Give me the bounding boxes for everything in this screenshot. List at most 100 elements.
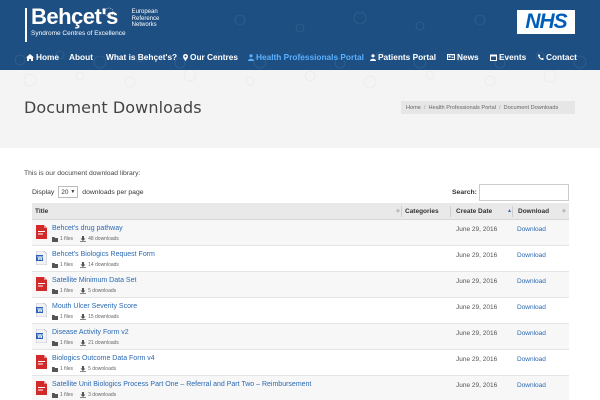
download-link[interactable]: Download (517, 252, 546, 259)
nav-item-health-professionals[interactable]: Health Professionals Portal (248, 52, 364, 62)
table-row: W Disease Activity Form v2 1 files 21 downl… (32, 324, 569, 350)
nav-label: Events (499, 52, 527, 62)
display-label: Display (32, 188, 55, 196)
nav-label: What is Behçet's? (106, 52, 178, 62)
breadcrumb-health-professionals[interactable]: Health Professionals Portal (428, 105, 495, 111)
table-row: Biologics Outcome Data Form v4 1 files 5 d… (32, 350, 569, 376)
document-title-link[interactable]: Satellite Minimum Data Set (52, 277, 136, 284)
site-header: Behçet's Syndrome Centres of Excellence … (0, 0, 600, 70)
document-meta: 1 files 3 downloads (52, 392, 116, 398)
download-link[interactable]: Download (517, 382, 546, 389)
download-link[interactable]: Download (517, 330, 546, 337)
table-row: Satellite Unit Biologics Process Part On… (32, 376, 569, 400)
file-count: 1 files (60, 262, 74, 268)
pdf-file-icon (36, 225, 47, 239)
document-meta: 1 files 5 downloads (52, 366, 116, 372)
page-title: Document Downloads (24, 98, 202, 117)
document-meta: 1 files 48 downloads (52, 236, 119, 242)
breadcrumb-home[interactable]: Home (406, 105, 421, 111)
table-row: W Behcet's Biologics Request Form 1 files 1… (32, 246, 569, 272)
breadcrumb: Home / Health Professionals Portal / Doc… (401, 101, 575, 114)
nav-item-home[interactable]: Home (26, 52, 59, 62)
file-count: 1 files (60, 392, 74, 398)
calendar-icon (490, 54, 497, 61)
downloads-table: Title ◆ Categories Create Date ▲ Downloa… (32, 203, 569, 400)
folder-icon (52, 392, 58, 398)
nav-label: Our Centres (190, 52, 238, 62)
logo-bar (25, 8, 27, 42)
display-suffix: downloads per page (82, 188, 144, 196)
nav-item-events[interactable]: Events (490, 52, 526, 62)
nav-item-patients-portal[interactable]: Patients Portal (370, 52, 436, 62)
document-title-link[interactable]: Behcet's Biologics Request Form (52, 251, 155, 258)
create-date: June 29, 2016 (456, 278, 498, 285)
download-icon (80, 262, 87, 268)
file-count: 1 files (60, 366, 74, 372)
download-count: 5 downloads (88, 288, 117, 294)
column-separator (512, 206, 513, 217)
logo-subtitle: Syndrome Centres of Excellence (31, 30, 126, 37)
nav-item-contact[interactable]: Contact (538, 52, 577, 62)
nav-item-news[interactable]: News (447, 52, 479, 62)
document-meta: 1 files 5 downloads (52, 288, 116, 294)
intro-text: This is our document download library: (24, 170, 141, 177)
download-count: 14 downloads (88, 262, 119, 268)
file-count: 1 files (60, 314, 74, 320)
document-title-link[interactable]: Disease Activity Form v2 (52, 329, 129, 336)
download-link[interactable]: Download (517, 226, 546, 233)
folder-icon (52, 236, 58, 242)
search-input[interactable] (479, 184, 569, 201)
download-icon (80, 236, 87, 242)
column-header-create-date[interactable]: Create Date (456, 208, 492, 215)
word-file-icon: W (36, 303, 47, 317)
download-count: 48 downloads (88, 236, 119, 242)
document-title-link[interactable]: Behcet's drug pathway (52, 225, 123, 232)
column-header-title[interactable]: Title (35, 208, 48, 215)
nhs-logo[interactable]: NHS (517, 10, 575, 34)
document-title-link[interactable]: Satellite Unit Biologics Process Part On… (52, 381, 311, 388)
ern-star-icon (104, 7, 114, 17)
file-count: 1 files (60, 236, 74, 242)
page-length-value: 20 (61, 188, 69, 196)
map-marker-icon (183, 53, 188, 61)
create-date: June 29, 2016 (456, 382, 498, 389)
word-file-icon: W (36, 251, 47, 265)
column-separator (450, 206, 451, 217)
file-count: 1 files (60, 288, 74, 294)
nav-item-about[interactable]: About (69, 52, 93, 62)
nav-item-what-is[interactable]: What is Behçet's? (106, 52, 177, 62)
nav-label: Contact (546, 52, 577, 62)
nav-label: Health Professionals Portal (256, 52, 364, 62)
breadcrumb-separator: / (498, 104, 501, 111)
document-title-link[interactable]: Mouth Ulcer Severity Score (52, 303, 137, 310)
download-link[interactable]: Download (517, 304, 546, 311)
nav-item-our-centres[interactable]: Our Centres (183, 52, 238, 62)
folder-icon (52, 314, 58, 320)
create-date: June 29, 2016 (456, 226, 498, 233)
download-icon (80, 314, 87, 320)
page-length-select[interactable]: 20 ▼ (58, 186, 79, 198)
sort-icon: ◆ (562, 208, 566, 214)
download-count: 3 downloads (88, 392, 117, 398)
column-header-categories[interactable]: Categories (405, 208, 439, 215)
newspaper-icon (447, 54, 455, 60)
download-count: 5 downloads (88, 366, 117, 372)
chevron-down-icon: ▼ (70, 189, 76, 195)
breadcrumb-separator: / (423, 104, 426, 111)
nav-label: News (457, 52, 479, 62)
page-length-control: Display 20 ▼ downloads per page (32, 186, 144, 198)
svg-text:W: W (37, 256, 43, 262)
column-header-download[interactable]: Download (518, 208, 549, 215)
document-meta: 1 files 21 downloads (52, 340, 119, 346)
user-md-icon (248, 53, 254, 61)
search-label: Search: (452, 189, 477, 196)
table-row: W Mouth Ulcer Severity Score 1 files 15 dow… (32, 298, 569, 324)
download-link[interactable]: Download (517, 278, 546, 285)
nav-label: Home (36, 52, 60, 62)
document-title-link[interactable]: Biologics Outcome Data Form v4 (52, 355, 155, 362)
folder-icon (52, 262, 58, 268)
download-link[interactable]: Download (517, 356, 546, 363)
pdf-file-icon (36, 355, 47, 369)
table-body: Behcet's drug pathway 1 files 48 downloads… (32, 220, 569, 400)
folder-icon (52, 366, 58, 372)
